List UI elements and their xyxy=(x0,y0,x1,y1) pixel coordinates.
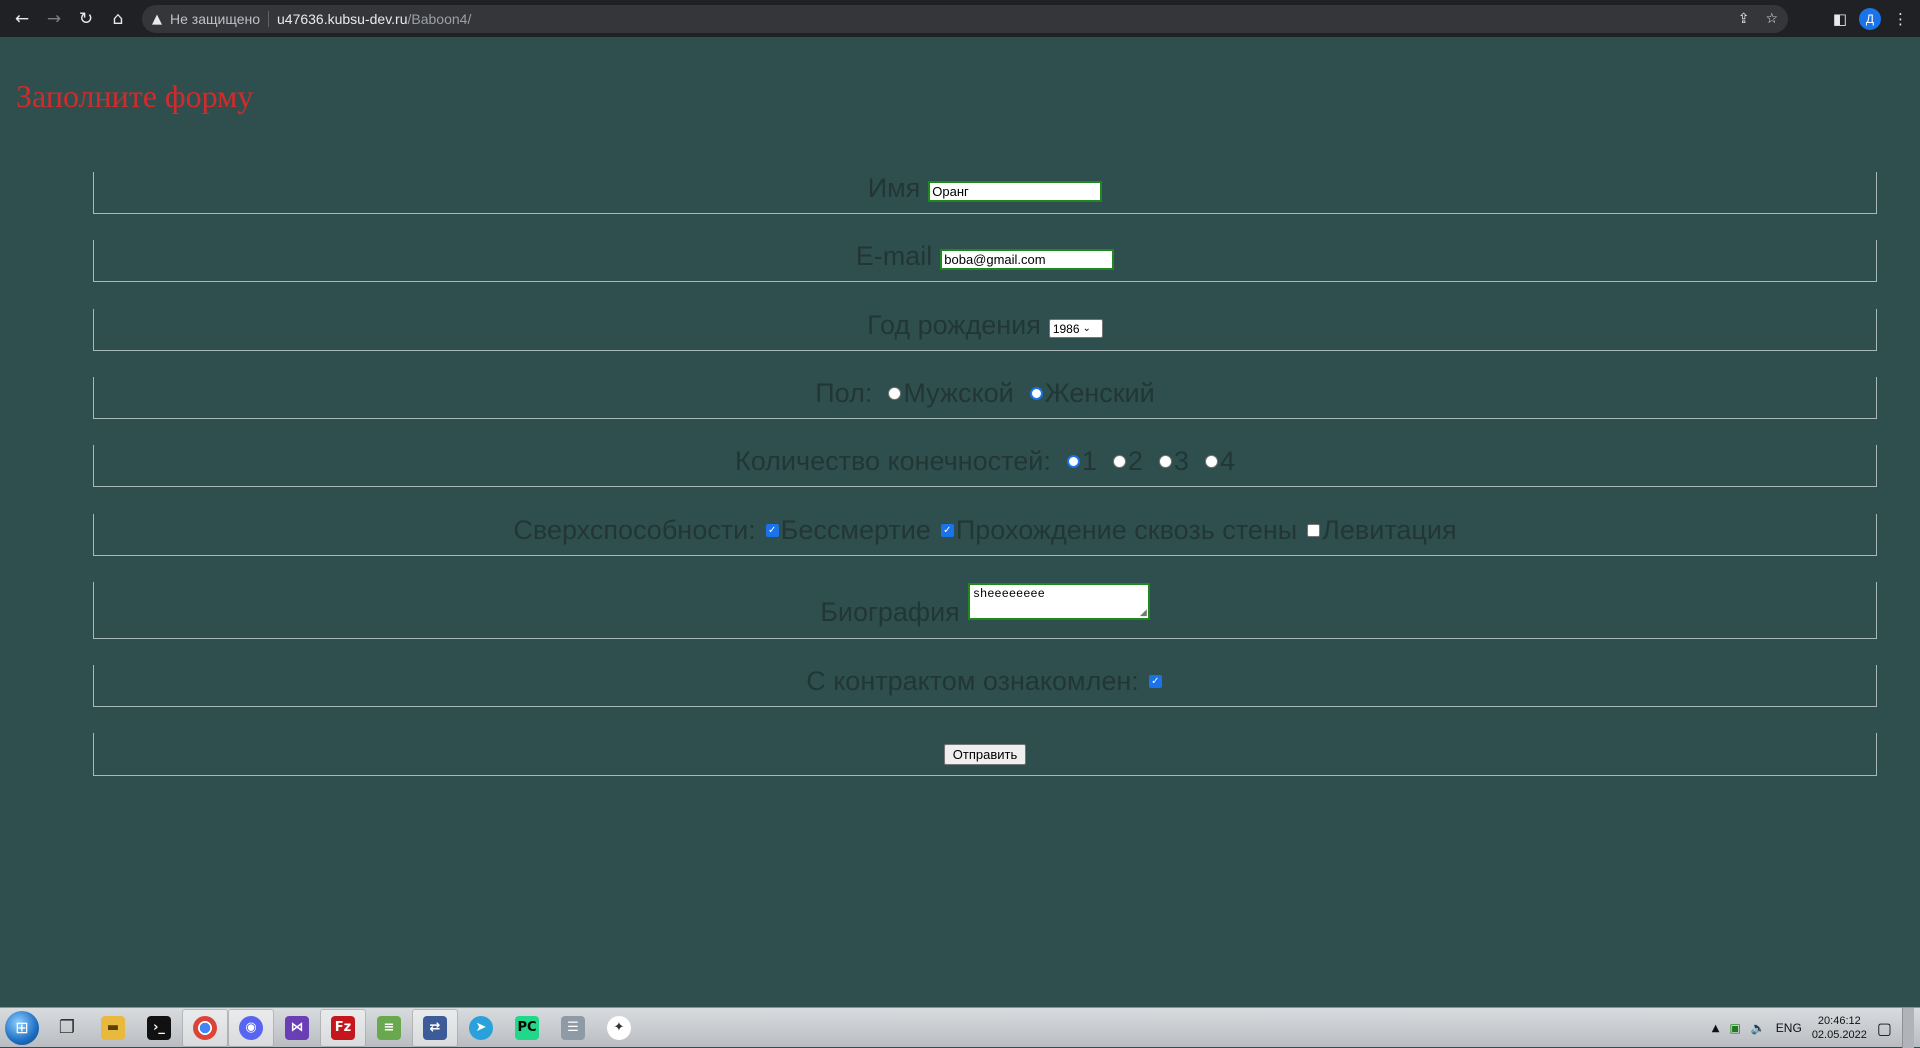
name-input[interactable] xyxy=(928,181,1103,202)
bio-textarea[interactable]: sheeeeeeee ◢ xyxy=(967,583,1150,620)
warning-icon: ▲ xyxy=(152,11,162,27)
bio-text: sheeeeeeee xyxy=(972,587,1045,601)
email-input[interactable] xyxy=(940,249,1115,270)
home-icon[interactable]: ⌂ xyxy=(102,0,134,37)
clock-time: 20:46:12 xyxy=(1817,1015,1861,1027)
birth-year-label: Год рождения xyxy=(867,310,1041,340)
limbs-radio-1[interactable] xyxy=(1066,455,1080,468)
task-view-icon[interactable]: ❐ xyxy=(44,1009,90,1047)
discord-icon[interactable]: ◉ xyxy=(228,1008,274,1047)
limbs-radio-3[interactable] xyxy=(1158,455,1172,468)
gender-radio-male[interactable] xyxy=(888,387,902,400)
windows-logo-icon: ⊞ xyxy=(5,1010,39,1045)
name-fieldset: Имя xyxy=(93,172,1877,214)
page-title: Заполните форму xyxy=(16,78,254,114)
limbs-radio-4[interactable] xyxy=(1204,455,1218,468)
network-tool-icon[interactable]: ⇄ xyxy=(412,1008,458,1047)
forward-icon[interactable]: → xyxy=(38,0,70,37)
start-button[interactable]: ⊞ xyxy=(0,1009,44,1047)
notepad-icon[interactable]: ≡ xyxy=(366,1009,412,1047)
tray-expand-icon[interactable]: ▲ xyxy=(1712,1023,1720,1034)
submit-button[interactable]: Отправить xyxy=(943,743,1027,765)
language-indicator[interactable]: ENG xyxy=(1776,1021,1802,1035)
limbs-option-label: 4 xyxy=(1219,446,1235,476)
bio-label: Биография xyxy=(820,597,960,627)
gender-option-label: Мужской xyxy=(903,378,1014,408)
chevron-down-icon: ⌄ xyxy=(1082,323,1091,334)
volume-icon[interactable]: 🔈 xyxy=(1751,1021,1766,1035)
database-icon[interactable]: ☰ xyxy=(550,1009,596,1047)
url-path: /Baboon4/ xyxy=(407,11,472,27)
telegram-icon[interactable]: ➤ xyxy=(458,1009,504,1047)
contract-fieldset: С контрактом ознакомлен: ✓ xyxy=(93,665,1877,707)
chrome-icon[interactable] xyxy=(182,1008,228,1047)
menu-dots-icon[interactable]: ⋮ xyxy=(1893,10,1908,28)
birth-year-value: 1986 xyxy=(1052,321,1080,336)
limbs-label: Количество конечностей: xyxy=(735,446,1051,476)
gender-option-label: Женский xyxy=(1044,378,1155,408)
ability-option-label: Прохождение сквозь стены xyxy=(955,515,1298,545)
name-label: Имя xyxy=(867,173,921,203)
submit-fieldset: Отправить xyxy=(93,733,1877,776)
address-bar[interactable]: ▲ Не защищено u47636.kubsu-dev.ru /Baboo… xyxy=(142,5,1788,33)
ability-option-label: Левитация xyxy=(1322,515,1457,545)
filezilla-icon[interactable]: Fz xyxy=(320,1008,366,1047)
profile-avatar[interactable]: Д xyxy=(1859,7,1881,30)
limbs-radio-2[interactable] xyxy=(1112,455,1126,468)
gender-label: Пол: xyxy=(815,378,873,408)
taskbar: ⊞ ❐ ▬ ›_ ◉ ⋈ Fz ≡ ⇄ ➤ PC ☰ ✦ ▲ ▣ 🔈 ENG 2… xyxy=(0,1007,1920,1048)
show-desktop-button[interactable] xyxy=(1902,1008,1914,1048)
ability-checkbox-walls[interactable]: ✓ xyxy=(940,524,954,537)
birth-year-select[interactable]: 1986 ⌄ xyxy=(1048,319,1103,338)
email-label: E-mail xyxy=(855,241,933,271)
file-explorer-icon[interactable]: ▬ xyxy=(90,1009,136,1047)
side-panel-icon[interactable]: ◧ xyxy=(1833,10,1847,28)
limbs-option-label: 1 xyxy=(1081,446,1097,476)
clock-date: 02.05.2022 xyxy=(1811,1029,1867,1041)
email-fieldset: E-mail xyxy=(93,240,1877,282)
contract-checkbox[interactable]: ✓ xyxy=(1148,675,1162,688)
pycharm-icon[interactable]: PC xyxy=(504,1009,550,1047)
abilities-label: Сверхспособности: xyxy=(513,515,756,545)
contract-label: С контрактом ознакомлен: xyxy=(806,666,1139,696)
limbs-fieldset: Количество конечностей: 1 2 3 4 xyxy=(93,445,1877,487)
abilities-fieldset: Сверхспособности: ✓ Бессмертие ✓ Прохожд… xyxy=(93,514,1877,556)
app-icon[interactable]: ✦ xyxy=(596,1009,642,1047)
bookmark-star-icon[interactable]: ☆ xyxy=(1765,11,1778,27)
system-tray: ▲ ▣ 🔈 ENG 20:46:12 02.05.2022 ▢ xyxy=(1712,1008,1920,1048)
visual-studio-icon[interactable]: ⋈ xyxy=(274,1009,320,1047)
browser-toolbar: ← → ↻ ⌂ ▲ Не защищено u47636.kubsu-dev.r… xyxy=(0,0,1920,37)
limbs-option-label: 2 xyxy=(1127,446,1143,476)
network-icon[interactable]: ▣ xyxy=(1730,1021,1741,1035)
gender-radio-female[interactable] xyxy=(1029,387,1043,400)
back-icon[interactable]: ← xyxy=(6,0,38,37)
share-icon[interactable]: ⇪ xyxy=(1738,11,1750,27)
security-label[interactable]: Не защищено xyxy=(170,11,269,27)
ability-checkbox-immortality[interactable]: ✓ xyxy=(765,524,779,537)
gender-fieldset: Пол: Мужской Женский xyxy=(93,377,1877,419)
url-host: u47636.kubsu-dev.ru xyxy=(277,11,408,27)
clock[interactable]: 20:46:12 02.05.2022 xyxy=(1812,1014,1867,1042)
reload-icon[interactable]: ↻ xyxy=(70,0,102,37)
birth-year-fieldset: Год рождения 1986 ⌄ xyxy=(93,309,1877,351)
ability-option-label: Бессмертие xyxy=(780,515,931,545)
limbs-option-label: 3 xyxy=(1173,446,1189,476)
resize-grip-icon[interactable]: ◢ xyxy=(1140,608,1147,618)
bio-fieldset: Биография sheeeeeeee ◢ xyxy=(93,582,1877,639)
ability-checkbox-levitation[interactable] xyxy=(1307,524,1321,537)
action-center-icon[interactable]: ▢ xyxy=(1877,1019,1892,1038)
terminal-icon[interactable]: ›_ xyxy=(136,1009,182,1047)
